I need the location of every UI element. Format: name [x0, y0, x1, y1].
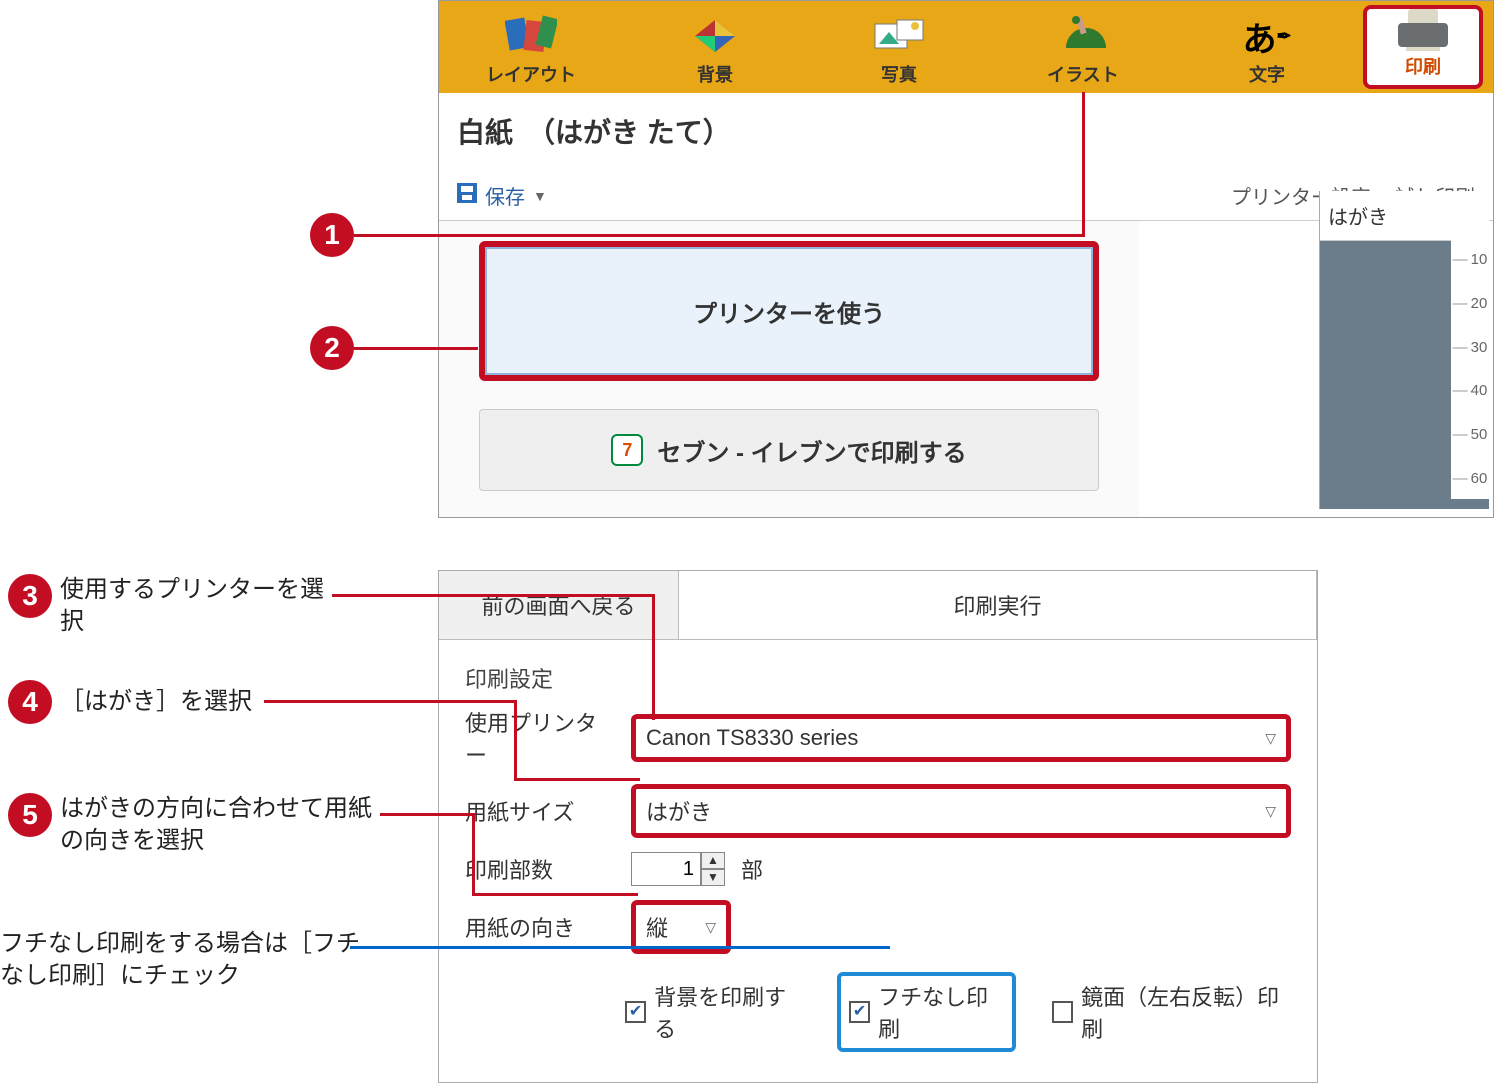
print-choice-area: プリンターを使う 7 セブン - イレブンで印刷する [439, 221, 1139, 517]
printer-icon [1395, 9, 1451, 51]
background-icon [687, 13, 743, 59]
callout-2-bullet: 2 [310, 326, 354, 370]
leader-3-v [652, 594, 655, 720]
use-printer-label: プリンターを使う [693, 294, 885, 329]
save-label: 保存 [485, 181, 525, 210]
leader-3-h [332, 594, 652, 597]
settings-body: 印刷設定 使用プリンター Canon TS8330 series ▽ 用紙サイズ… [439, 640, 1317, 1082]
paper-size-select[interactable]: はがき ▽ [631, 784, 1291, 838]
tab-print[interactable]: 印刷 [1363, 5, 1483, 89]
tab-layout-label: レイアウト [486, 61, 576, 87]
print-background-label: 背景を印刷する [654, 980, 801, 1044]
use-printer-button[interactable]: プリンターを使う [479, 241, 1099, 381]
ruler: 10 20 30 40 50 60 [1451, 239, 1489, 499]
back-button[interactable]: 前の画面へ戻る [439, 571, 679, 639]
tab-text-label: 文字 [1249, 61, 1285, 87]
app-window: レイアウト 背景 写真 イラスト あ✒ 文字 [438, 0, 1494, 518]
copies-unit: 部 [741, 853, 763, 885]
top-tabs: レイアウト 背景 写真 イラスト あ✒ 文字 [439, 1, 1493, 93]
callout-5-text: はがきの方向に合わせて用紙の向きを選択 [60, 793, 380, 858]
print-settings-panel: 前の画面へ戻る 印刷実行 印刷設定 使用プリンター Canon TS8330 s… [438, 570, 1318, 1083]
callout-3-text: 使用するプリンターを選択 [60, 574, 340, 639]
copies-row: 印刷部数 ▲ ▼ 部 [465, 852, 1291, 886]
execute-print-button[interactable]: 印刷実行 [679, 571, 1317, 639]
chevron-down-icon: ▽ [1265, 803, 1276, 820]
settings-header: 前の画面へ戻る 印刷実行 [439, 571, 1317, 640]
ruler-tick: 50 [1453, 426, 1488, 443]
paper-label: 用紙サイズ [465, 795, 615, 827]
printer-select[interactable]: Canon TS8330 series ▽ [631, 714, 1291, 762]
checkbox-icon: ✔ [625, 1001, 646, 1023]
save-dropdown-icon: ▼ [533, 188, 547, 204]
tab-photo[interactable]: 写真 [807, 1, 991, 93]
floppy-icon [457, 183, 477, 209]
callout-borderless-text: フチなし印刷をする場合は［フチなし印刷］にチェック [0, 928, 360, 993]
leader-4-h [264, 700, 514, 703]
callout-3-bullet: 3 [8, 574, 52, 618]
leader-1-v [1082, 92, 1085, 237]
ruler-tick: 10 [1453, 251, 1488, 268]
mirror-check[interactable]: 鏡面（左右反転）印刷 [1052, 980, 1291, 1044]
chevron-down-icon: ▽ [1265, 730, 1276, 747]
tab-illust[interactable]: イラスト [991, 1, 1175, 93]
print-seven-eleven-button[interactable]: 7 セブン - イレブンで印刷する [479, 409, 1099, 491]
print-background-check[interactable]: ✔ 背景を印刷する [625, 980, 801, 1044]
leader-5-v [472, 813, 475, 893]
preview-label: はがき [1320, 191, 1489, 241]
paper-row: 用紙サイズ はがき ▽ [465, 784, 1291, 838]
tab-layout[interactable]: レイアウト [439, 1, 623, 93]
leader-5-h [380, 813, 472, 816]
ruler-tick: 20 [1453, 295, 1488, 312]
chevron-down-icon: ▽ [705, 919, 716, 936]
ruler-tick: 30 [1453, 339, 1488, 356]
document-title: 白紙 （はがき たて） [439, 93, 1493, 155]
preview-pane: はがき 10 20 30 40 50 60 [1319, 191, 1489, 509]
text-icon: あ✒ [1239, 13, 1295, 59]
layout-icon [503, 13, 559, 59]
copies-spinner[interactable]: ▲ ▼ [631, 852, 725, 886]
callout-4-bullet: 4 [8, 680, 52, 724]
mirror-label: 鏡面（左右反転）印刷 [1081, 980, 1291, 1044]
photo-icon [871, 13, 927, 59]
tab-illust-label: イラスト [1047, 61, 1119, 87]
borderless-label: フチなし印刷 [878, 980, 1004, 1044]
callout-1-bullet: 1 [310, 213, 354, 257]
paper-value: はがき [646, 795, 712, 827]
illust-icon [1055, 13, 1111, 59]
checkbox-icon: ✔ [849, 1001, 870, 1023]
spinner-up-icon[interactable]: ▲ [701, 852, 725, 869]
print-seven-eleven-label: セブン - イレブンで印刷する [657, 433, 966, 468]
leader-4-v [514, 700, 517, 778]
leader-5-h2 [472, 893, 638, 896]
checkbox-icon [1052, 1001, 1073, 1023]
printer-row: 使用プリンター Canon TS8330 series ▽ [465, 706, 1291, 770]
tab-background-label: 背景 [697, 61, 733, 87]
callout-5-bullet: 5 [8, 793, 52, 837]
leader-borderless [350, 946, 890, 949]
tab-text[interactable]: あ✒ 文字 [1175, 1, 1359, 93]
leader-2 [354, 347, 478, 350]
orientation-value: 縦 [646, 911, 668, 943]
tab-background[interactable]: 背景 [623, 1, 807, 93]
callout-4-text: ［はがき］を選択 [60, 686, 252, 718]
spinner-down-icon[interactable]: ▼ [701, 869, 725, 886]
tab-photo-label: 写真 [881, 61, 917, 87]
printer-label: 使用プリンター [465, 706, 615, 770]
borderless-check[interactable]: ✔ フチなし印刷 [837, 972, 1016, 1052]
orientation-label: 用紙の向き [465, 911, 615, 943]
ruler-tick: 40 [1453, 382, 1488, 399]
settings-section-title: 印刷設定 [465, 662, 1291, 694]
checkbox-row: ✔ 背景を印刷する ✔ フチなし印刷 鏡面（左右反転）印刷 [625, 972, 1291, 1052]
leader-4-h2 [514, 778, 640, 781]
save-button[interactable]: 保存 ▼ [457, 181, 547, 210]
ruler-tick: 60 [1453, 470, 1488, 487]
tab-print-label: 印刷 [1405, 53, 1441, 79]
seven-eleven-icon: 7 [611, 434, 643, 466]
leader-1-h [354, 234, 1084, 237]
copies-input[interactable] [631, 852, 701, 886]
printer-value: Canon TS8330 series [646, 725, 858, 751]
copies-label: 印刷部数 [465, 853, 615, 885]
